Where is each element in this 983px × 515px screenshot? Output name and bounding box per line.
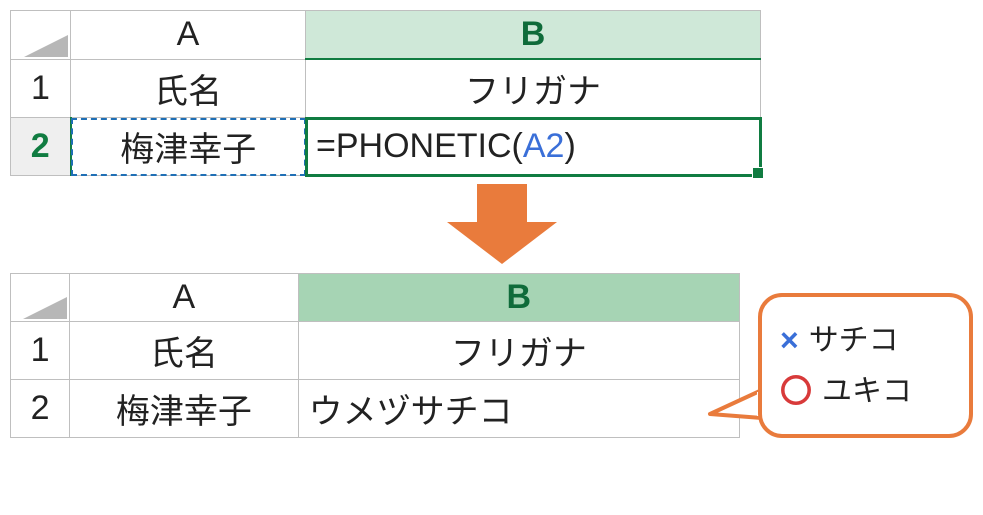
col-header-B[interactable]: B <box>298 274 739 322</box>
callout-tail-icon <box>706 386 762 422</box>
formula-ref: A2 <box>523 127 565 165</box>
cell-B1[interactable]: フリガナ <box>298 322 739 380</box>
spreadsheet-before: A B 1 氏名 フリガナ 2 梅津幸子 =PHONETIC(A2) <box>10 10 761 176</box>
right-text: ユキコ <box>822 368 912 416</box>
cell-A1[interactable]: 氏名 <box>70 322 299 380</box>
row-header-1[interactable]: 1 <box>11 322 70 380</box>
row-header-2[interactable]: 2 <box>11 380 70 438</box>
col-header-A[interactable]: A <box>70 274 299 322</box>
cell-A1[interactable]: 氏名 <box>71 59 306 118</box>
cell-A2[interactable]: 梅津幸子 <box>71 118 306 176</box>
wrong-text: サチコ <box>809 317 899 365</box>
cell-B1[interactable]: フリガナ <box>306 59 761 118</box>
select-all-corner[interactable] <box>11 11 71 60</box>
arrow-down-icon <box>10 184 983 269</box>
col-header-B[interactable]: B <box>306 11 761 60</box>
cell-B2-result[interactable]: ウメヅサチコ <box>298 380 739 438</box>
spreadsheet-after: A B 1 氏名 フリガナ 2 梅津幸子 ウメヅサチコ <box>10 273 740 438</box>
row-header-1[interactable]: 1 <box>11 59 71 118</box>
right-mark-icon: 〇 <box>780 366 812 417</box>
cell-B2-formula[interactable]: =PHONETIC(A2) <box>306 118 761 176</box>
formula-suffix: ) <box>564 127 575 165</box>
callout: × サチコ 〇 ユキコ <box>758 293 973 438</box>
col-header-A[interactable]: A <box>71 11 306 60</box>
row-header-2[interactable]: 2 <box>11 118 71 176</box>
select-all-corner[interactable] <box>11 274 70 322</box>
formula-prefix: =PHONETIC( <box>316 127 523 165</box>
wrong-mark-icon: × <box>780 315 799 366</box>
cell-A2[interactable]: 梅津幸子 <box>70 380 299 438</box>
